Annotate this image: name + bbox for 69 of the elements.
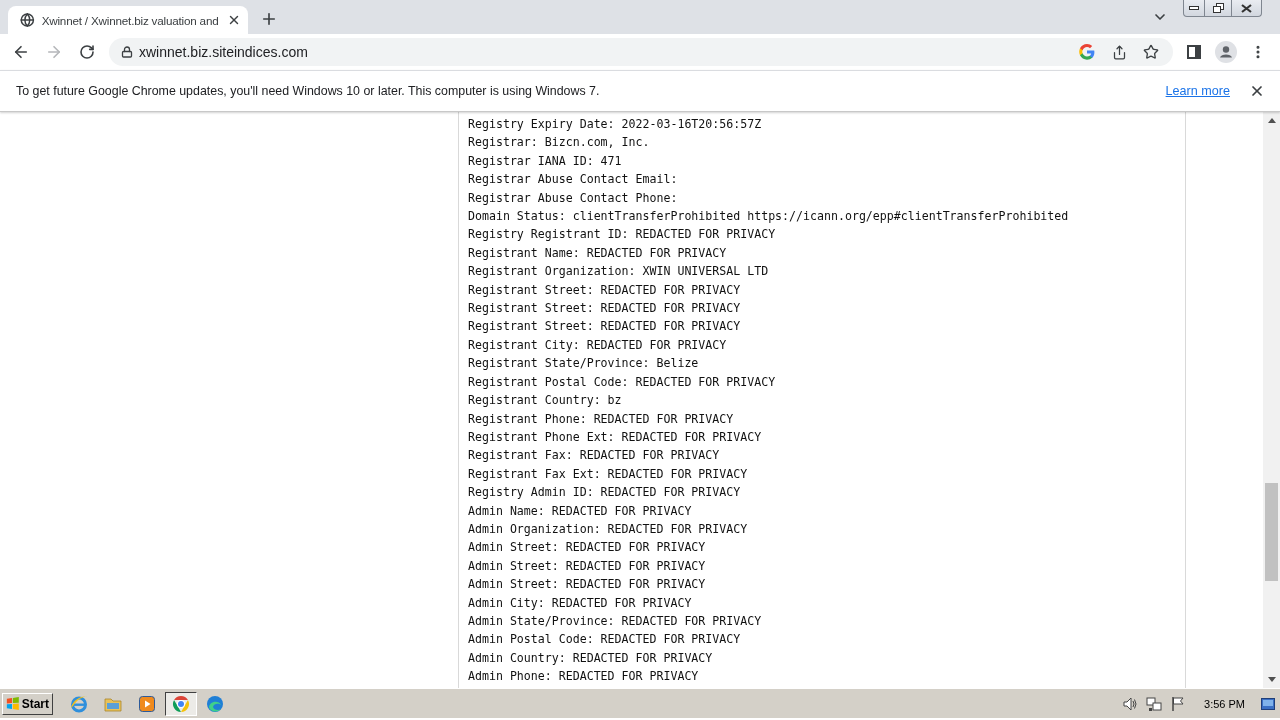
whois-record-line: Registry Registrant ID: REDACTED FOR PRIVACY bbox=[468, 226, 776, 244]
whois-record-line: Admin Organization: REDACTED FOR PRIVACY bbox=[468, 520, 748, 538]
side-panel-icon bbox=[1187, 45, 1201, 59]
folder-icon bbox=[104, 695, 122, 712]
whois-record-line: Admin Street: REDACTED FOR PRIVACY bbox=[468, 557, 706, 575]
whois-record-line: Registrant Fax Ext: REDACTED FOR PRIVACY bbox=[468, 465, 748, 483]
close-icon bbox=[1249, 83, 1265, 99]
close-icon bbox=[1241, 3, 1252, 13]
whois-record-line: Registrant State/Province: Belize bbox=[468, 355, 699, 373]
whois-record-line: Registrant Street: REDACTED FOR PRIVACY bbox=[468, 318, 741, 336]
minimize-icon bbox=[1189, 6, 1199, 10]
round-browser-logo-icon bbox=[172, 694, 190, 713]
whois-record-line: Admin Postal Code: REDACTED FOR PRIVACY bbox=[468, 631, 741, 649]
reload-icon bbox=[79, 44, 95, 60]
taskbar-app-button[interactable] bbox=[165, 691, 197, 716]
speaker-icon[interactable] bbox=[1122, 695, 1139, 712]
restore-button[interactable] bbox=[1205, 0, 1232, 17]
four-pane-flag-icon bbox=[6, 696, 20, 711]
whois-record-line: Registrant Organization: XWIN UNIVERSAL LTD bbox=[468, 263, 769, 281]
g-logo-icon bbox=[1079, 44, 1095, 60]
whois-record-line: Registrar: Bizcn.com, Inc. bbox=[468, 134, 650, 152]
whois-record-line: Registrant Phone: REDACTED FOR PRIVACY bbox=[468, 410, 734, 428]
whois-record-line: Registrar Abuse Contact Phone: bbox=[468, 189, 678, 207]
star-icon bbox=[1143, 44, 1159, 60]
whois-record-line: Registrant Street: REDACTED FOR PRIVACY bbox=[468, 281, 741, 299]
whois-record-line: Registrant Name: REDACTED FOR PRIVACY bbox=[468, 244, 727, 262]
learn-more-link[interactable]: Learn more bbox=[1165, 84, 1230, 98]
whois-record-line: Registry Expiry Date: 2022-03-16T20:56:57Z bbox=[468, 116, 762, 133]
whois-record-line: Registrant Phone Ext: REDACTED FOR PRIVACY bbox=[468, 428, 762, 446]
whois-record-line: Registry Admin ID: REDACTED FOR PRIVACY bbox=[468, 484, 741, 502]
whois-record-line: Registrant Postal Code: REDACTED FOR PRIVACY bbox=[468, 373, 776, 391]
whois-record-line: Admin Country: REDACTED FOR PRIVACY bbox=[468, 649, 713, 667]
address-bar[interactable]: xwinnet.biz.siteindices.com bbox=[109, 38, 1173, 66]
flag-icon[interactable] bbox=[1170, 695, 1187, 712]
whois-record-line: Admin Street: REDACTED FOR PRIVACY bbox=[468, 539, 706, 557]
scroll-up-arrow-icon[interactable] bbox=[1267, 118, 1276, 123]
infobar-message: To get future Google Chrome updates, you'll need Windows 10 or later. This computer is using Windows 7. bbox=[16, 84, 601, 98]
whois-record-line: Registrant Country: bz bbox=[468, 392, 622, 410]
scroll-down-arrow-icon[interactable] bbox=[1267, 677, 1276, 682]
whois-record-line: Registrar Abuse Contact Email: bbox=[468, 171, 678, 189]
whois-record-line: Admin Street: REDACTED FOR PRIVACY bbox=[468, 576, 706, 594]
globe-icon bbox=[20, 12, 35, 28]
share-icon bbox=[1111, 44, 1127, 60]
browser-tab[interactable]: Xwinnet / Xwinnet.biz valuation and bbox=[8, 6, 248, 34]
arrow-right-icon bbox=[45, 43, 63, 61]
close-window-button[interactable] bbox=[1232, 0, 1262, 17]
start-button[interactable]: Start bbox=[2, 692, 53, 715]
whois-record-line: Domain Status: clientTransferProhibited https://icann.org/epp#clientTransferProhibited bbox=[468, 208, 1069, 226]
whois-record-line: Admin Phone: REDACTED FOR PRIVACY bbox=[468, 668, 699, 686]
whois-record-line: Registrant Fax: REDACTED FOR PRIVACY bbox=[468, 447, 720, 465]
whois-record-line: Admin City: REDACTED FOR PRIVACY bbox=[468, 594, 692, 612]
whois-record-line: Admin Name: REDACTED FOR PRIVACY bbox=[468, 502, 692, 520]
whois-record-line: Registrar IANA ID: 471 bbox=[468, 152, 622, 170]
whois-record-line: Admin State/Province: REDACTED FOR PRIVACY bbox=[468, 612, 762, 630]
plus-icon bbox=[260, 10, 278, 28]
clock-text[interactable]: 3:56 PM bbox=[1204, 697, 1245, 710]
whois-record-line: Registrant Street: REDACTED FOR PRIVACY bbox=[468, 300, 741, 318]
minimize-button[interactable] bbox=[1183, 0, 1205, 17]
scrollbar[interactable] bbox=[1263, 112, 1280, 688]
lock-icon bbox=[121, 46, 133, 58]
show-desktop-icon[interactable] bbox=[1261, 697, 1275, 710]
e-logo-icon bbox=[70, 694, 88, 713]
network-icon[interactable] bbox=[1146, 695, 1163, 712]
restore-icon bbox=[1212, 3, 1224, 13]
whois-record-line: Registrant City: REDACTED FOR PRIVACY bbox=[468, 336, 727, 354]
scrollbar-thumb[interactable] bbox=[1265, 483, 1278, 581]
avatar-icon bbox=[1215, 41, 1237, 63]
media-player-icon bbox=[139, 695, 155, 712]
swirl-logo-icon bbox=[206, 694, 224, 713]
